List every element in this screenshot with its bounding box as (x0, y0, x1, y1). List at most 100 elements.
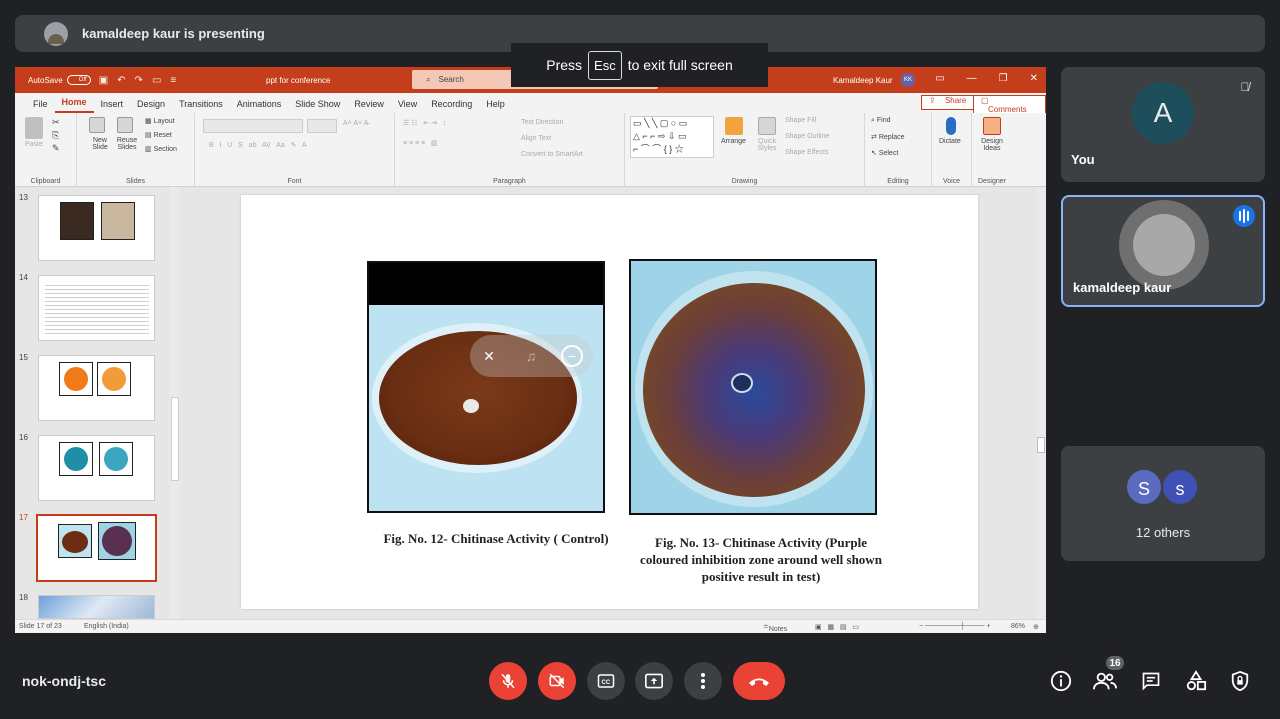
participant-tile-others[interactable]: S s 12 others (1061, 446, 1265, 561)
align-text-button[interactable]: Align Text (521, 135, 551, 142)
text-direction-button[interactable]: Text Direction (521, 119, 563, 126)
participant-name: You (1071, 152, 1095, 167)
notes-button[interactable]: ≐ Notes (763, 623, 787, 633)
captions-button[interactable]: CC (587, 662, 625, 700)
thumb-dish (102, 526, 132, 556)
tab-design[interactable]: Design (130, 99, 172, 113)
reset-button[interactable]: ▤ Reset (145, 131, 172, 139)
more-options-button[interactable] (684, 662, 722, 700)
arrange-label[interactable]: Arrange (721, 138, 746, 145)
view-buttons[interactable]: ▣ ▦ ▤ ▭ (815, 623, 859, 631)
slide-thumbnail-16[interactable] (38, 435, 155, 501)
dictate-label[interactable]: Dictate (939, 138, 961, 145)
minimize-icon[interactable]: — (967, 73, 977, 84)
language[interactable]: English (India) (84, 623, 129, 630)
slide-thumbnail-14[interactable] (38, 275, 155, 341)
section-button[interactable]: ▥ Section (145, 145, 177, 153)
host-controls-button[interactable] (1227, 668, 1253, 694)
thumb-dish (102, 367, 126, 391)
undo-icon[interactable]: ↶ (117, 75, 125, 86)
format-painter-icon[interactable]: ✎ (52, 143, 60, 154)
unpin-icon[interactable]: ✕ (478, 345, 500, 367)
quick-styles-label[interactable]: Quick Styles (753, 138, 781, 152)
meeting-details-button[interactable] (1048, 668, 1074, 694)
slide-scrollbar-thumb[interactable] (1037, 437, 1045, 453)
slide-vertical-scrollbar[interactable] (1036, 187, 1046, 619)
cut-icon[interactable]: ✂ (52, 117, 60, 128)
activities-button[interactable] (1183, 668, 1209, 694)
chat-button[interactable] (1138, 668, 1164, 694)
slide-thumbnail-13[interactable] (38, 195, 155, 261)
quick-styles-icon[interactable] (758, 117, 776, 135)
grow-font-icon[interactable]: A˄ A˅ A̶ (343, 120, 368, 127)
search-icon: ⌕ (426, 74, 431, 84)
font-group: A˄ A˅ A̶ B I U S ab AV Aa ✎ A Font (195, 113, 395, 187)
thumbnail-scrollbar-thumb[interactable] (171, 397, 179, 481)
reuse-slides-label[interactable]: Reuse Slides (112, 137, 142, 151)
design-ideas-icon[interactable] (983, 117, 1001, 135)
present-now-button[interactable] (635, 662, 673, 700)
search-placeholder: Search (438, 75, 464, 84)
list-icons[interactable]: ☰ ☷ ⇤ ⇥ ↕ (403, 119, 446, 127)
thumb-number-16: 16 (19, 433, 28, 442)
people-button[interactable] (1092, 668, 1118, 694)
shape-fill-button[interactable]: Shape Fill (785, 117, 816, 124)
redo-icon[interactable]: ↷ (135, 75, 143, 86)
design-ideas-label[interactable]: Design Ideas (978, 138, 1006, 152)
camera-toggle-button[interactable] (538, 662, 576, 700)
close-icon[interactable]: ✕ (1030, 73, 1038, 84)
align-icons[interactable]: ≡ ≡ ≡ ≡ ▥ (403, 139, 438, 147)
participant-tile-speaker[interactable]: kamaldeep kaur (1061, 195, 1265, 307)
font-format-icons[interactable]: B I U S ab AV Aa ✎ A (209, 141, 307, 149)
zoom-level[interactable]: 86% (1011, 623, 1025, 630)
reuse-slides-icon[interactable] (117, 117, 133, 133)
save-icon[interactable]: ▣ (99, 75, 108, 86)
paste-label: Paste (25, 141, 43, 148)
current-slide[interactable]: Fig. No. 12- Chitinase Activity ( Contro… (241, 195, 978, 609)
tab-animations[interactable]: Animations (230, 99, 289, 113)
ppt-user-avatar[interactable]: KK (901, 73, 915, 87)
customize-icon[interactable]: ≡ (170, 75, 176, 86)
tab-transitions[interactable]: Transitions (172, 99, 230, 113)
arrange-icon[interactable] (725, 117, 743, 135)
fit-slide-icon[interactable]: ⊕ (1033, 623, 1039, 631)
tab-recording[interactable]: Recording (424, 99, 479, 113)
shapes-gallery[interactable]: ▭ ╲ ╲ ▢ ○ ▭ △ ⌐ ⌐ ⇨ ⇩ ▭ ⌐ ⌒ ⌒ { } ☆ (630, 116, 714, 158)
tab-insert[interactable]: Insert (94, 99, 131, 113)
shape-outline-button[interactable]: Shape Outline (785, 133, 829, 140)
shape-effects-button[interactable]: Shape Effects (785, 149, 828, 156)
stop-presenting-icon[interactable]: − (561, 345, 583, 367)
find-button[interactable]: ⌕ Find (871, 117, 891, 125)
microphone-icon[interactable] (946, 117, 956, 135)
copy-icon[interactable]: ⎘ (52, 130, 59, 141)
tab-help[interactable]: Help (479, 99, 512, 113)
present-icon[interactable]: ▭ (152, 75, 161, 86)
ribbon-display-icon[interactable]: ▭ (935, 73, 944, 84)
tab-slide-show[interactable]: Slide Show (288, 99, 347, 113)
slide-thumbnail-15[interactable] (38, 355, 155, 421)
tab-view[interactable]: View (391, 99, 424, 113)
slide-thumbnail-18[interactable] (38, 595, 155, 619)
autosave-toggle[interactable]: Off (66, 75, 91, 85)
restore-icon[interactable]: ❐ (999, 73, 1008, 84)
mic-toggle-button[interactable] (489, 662, 527, 700)
tab-home[interactable]: Home (54, 97, 94, 113)
tab-review[interactable]: Review (347, 99, 391, 113)
paste-icon[interactable] (25, 117, 43, 139)
layout-button[interactable]: ▦ Layout (145, 117, 175, 125)
slide-thumbnail-17[interactable] (36, 514, 157, 582)
mute-tab-icon[interactable]: ♫ (520, 345, 542, 367)
participant-tile-you[interactable]: A 🎙̸ You (1061, 67, 1265, 182)
new-slide-label[interactable]: New Slide (85, 137, 115, 151)
toast-rest-text: to exit full screen (627, 57, 733, 73)
replace-button[interactable]: ⇄ Replace (871, 133, 905, 141)
zoom-slider[interactable]: − ───────┼──── + (919, 623, 991, 630)
font-size-select[interactable] (307, 119, 337, 133)
font-name-select[interactable] (203, 119, 303, 133)
convert-smartart-button[interactable]: Convert to SmartArt (521, 151, 583, 158)
select-button[interactable]: ↖ Select (871, 149, 898, 157)
audio-bar (1239, 211, 1241, 221)
tab-file[interactable]: File (26, 99, 55, 113)
new-slide-icon[interactable] (89, 117, 105, 133)
leave-call-button[interactable] (733, 662, 785, 700)
